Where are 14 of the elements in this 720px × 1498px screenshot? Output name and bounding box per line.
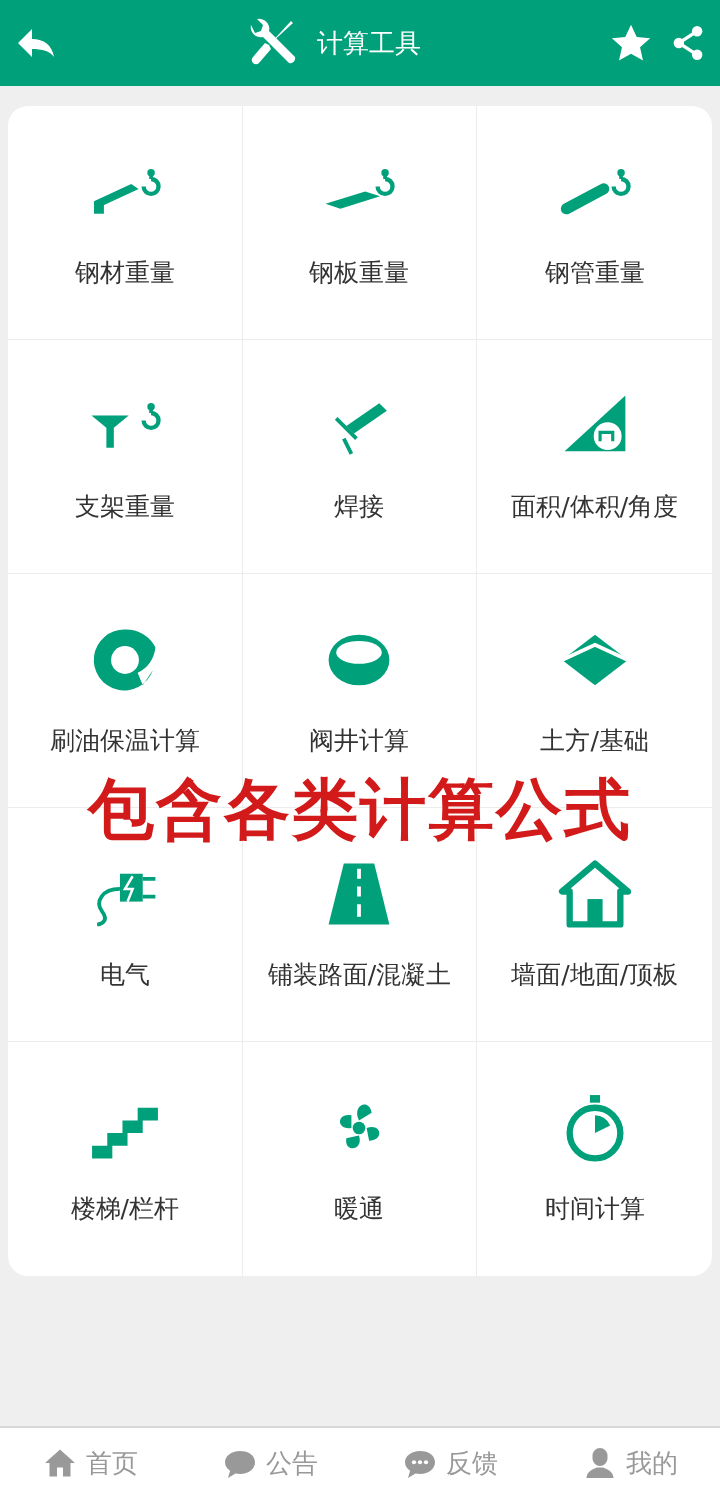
tool-tile[interactable]: 面积/体积/角度 — [477, 340, 712, 574]
tool-tile[interactable]: 钢板重量 — [242, 106, 478, 340]
tool-tile[interactable]: 楼梯/栏杆 — [8, 1042, 243, 1276]
page-title: 计算工具 — [317, 26, 421, 60]
share-icon[interactable] — [672, 26, 704, 60]
tool-tile[interactable]: 时间计算 — [477, 1042, 712, 1276]
tool-tile[interactable]: 钢管重量 — [477, 106, 712, 340]
tool-tile[interactable]: 暖通 — [242, 1042, 478, 1276]
star-icon[interactable] — [610, 23, 652, 63]
back-icon[interactable] — [16, 27, 56, 59]
tool-tile[interactable]: 支架重量 — [8, 340, 243, 574]
tool-tile[interactable]: 钢材重量 — [8, 106, 243, 340]
tool-tile[interactable]: 焊接 — [242, 340, 478, 574]
steel-pipe-icon — [558, 168, 631, 215]
